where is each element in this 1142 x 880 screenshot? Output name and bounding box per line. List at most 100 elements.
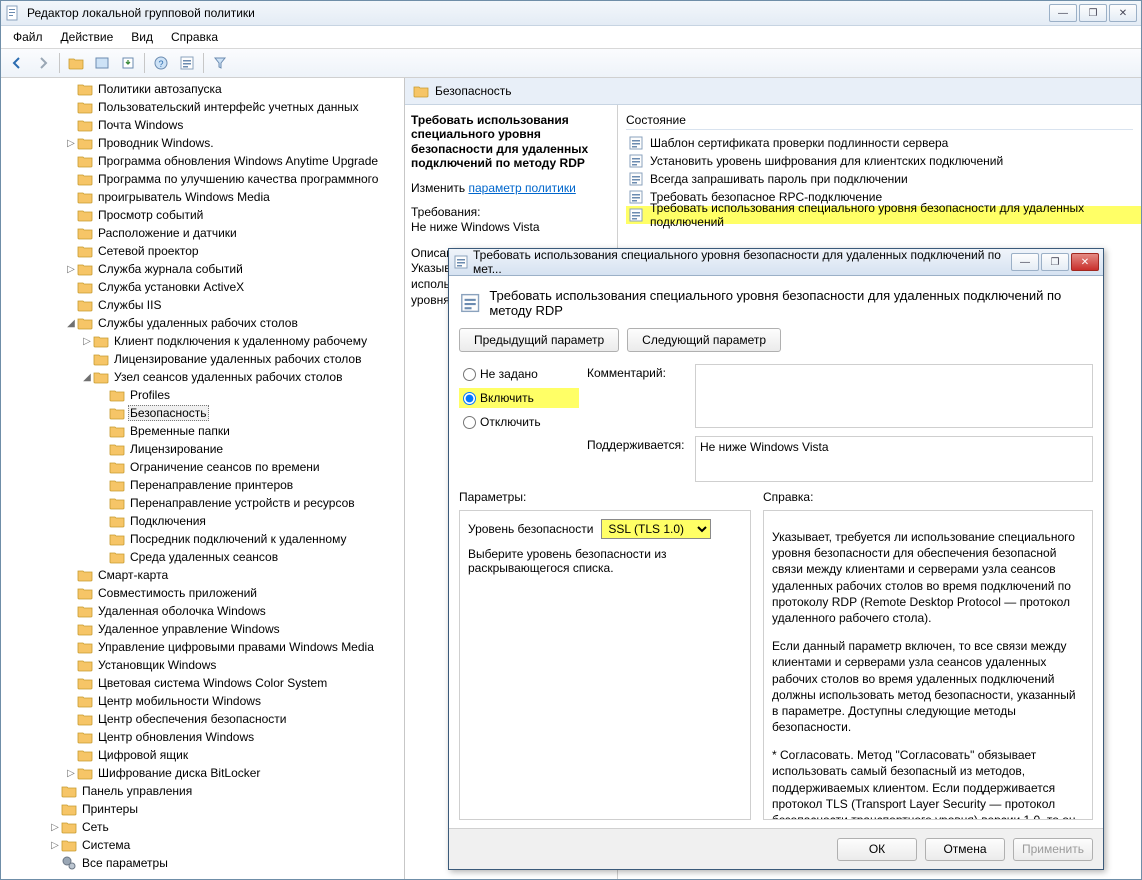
tree-item[interactable]: Удаленная оболочка Windows [1, 602, 404, 620]
dialog-close-button[interactable]: ✕ [1071, 253, 1099, 271]
tree-item[interactable]: Центр обеспечения безопасности [1, 710, 404, 728]
menu-help[interactable]: Справка [163, 28, 226, 46]
collapse-icon[interactable]: ◢ [81, 371, 93, 383]
tree-item[interactable]: Программа по улучшению качества программ… [1, 170, 404, 188]
menu-action[interactable]: Действие [53, 28, 122, 46]
ok-button[interactable]: ОК [837, 838, 917, 861]
tree-item[interactable]: Просмотр событий [1, 206, 404, 224]
tree-item[interactable]: ▷Сеть [1, 818, 404, 836]
expand-placeholder [49, 785, 61, 797]
tree-item[interactable]: Все параметры [1, 854, 404, 872]
tree-item[interactable]: Перенаправление устройств и ресурсов [1, 494, 404, 512]
folder-icon [61, 819, 77, 835]
tree-item[interactable]: Цветовая система Windows Color System [1, 674, 404, 692]
dialog-minimize-button[interactable]: — [1011, 253, 1039, 271]
tree-item[interactable]: проигрыватель Windows Media [1, 188, 404, 206]
tree-item[interactable]: Установщик Windows [1, 656, 404, 674]
tree-item[interactable]: ▷Клиент подключения к удаленному рабочем… [1, 332, 404, 350]
tree-item[interactable]: Управление цифровыми правами Windows Med… [1, 638, 404, 656]
tree-item[interactable]: ◢Службы удаленных рабочих столов [1, 314, 404, 332]
tree-item[interactable]: Почта Windows [1, 116, 404, 134]
tree-item[interactable]: Удаленное управление Windows [1, 620, 404, 638]
expand-icon[interactable]: ▷ [65, 263, 77, 275]
tree-item[interactable]: Смарт-карта [1, 566, 404, 584]
show-hide-button[interactable] [90, 51, 114, 75]
tree-item[interactable]: Перенаправление принтеров [1, 476, 404, 494]
expand-placeholder [65, 569, 77, 581]
tree-item[interactable]: Ограничение сеансов по времени [1, 458, 404, 476]
tree-item[interactable]: ▷Система [1, 836, 404, 854]
setting-row[interactable]: Всегда запрашивать пароль при подключени… [626, 170, 1141, 188]
tree-item-label: Удаленная оболочка Windows [96, 604, 268, 618]
expand-icon[interactable]: ▷ [49, 821, 61, 833]
tree-item[interactable]: Службы IIS [1, 296, 404, 314]
tree-item[interactable]: Центр обновления Windows [1, 728, 404, 746]
expand-icon[interactable]: ▷ [49, 839, 61, 851]
tree-item[interactable]: Безопасность [1, 404, 404, 422]
help-button[interactable]: ? [149, 51, 173, 75]
back-button[interactable] [5, 51, 29, 75]
radio-not-configured[interactable]: Не задано [459, 364, 579, 384]
tree-item[interactable]: Цифровой ящик [1, 746, 404, 764]
apply-button[interactable]: Применить [1013, 838, 1093, 861]
tree-item-label: Посредник подключений к удаленному [128, 532, 348, 546]
tree-item[interactable]: ▷Проводник Windows. [1, 134, 404, 152]
filter-button[interactable] [208, 51, 232, 75]
help-panel[interactable]: Указывает, требуется ли использование сп… [763, 510, 1093, 820]
tree-pane[interactable]: Политики автозапускаПользовательский инт… [1, 78, 405, 879]
next-setting-button[interactable]: Следующий параметр [627, 328, 781, 352]
expand-icon[interactable]: ▷ [65, 137, 77, 149]
tree-item[interactable]: Служба установки ActiveX [1, 278, 404, 296]
tree-item[interactable]: Посредник подключений к удаленному [1, 530, 404, 548]
expand-placeholder [65, 749, 77, 761]
setting-row[interactable]: Шаблон сертификата проверки подлинности … [626, 134, 1141, 152]
tree-item[interactable]: Лицензирование [1, 440, 404, 458]
minimize-button[interactable]: — [1049, 4, 1077, 22]
close-button[interactable]: ✕ [1109, 4, 1137, 22]
folder-icon [77, 153, 93, 169]
folder-icon [109, 405, 125, 421]
maximize-button[interactable]: ❐ [1079, 4, 1107, 22]
tree-item[interactable]: Среда удаленных сеансов [1, 548, 404, 566]
tree-item[interactable]: Совместимость приложений [1, 584, 404, 602]
tree-item[interactable]: ▷Служба журнала событий [1, 260, 404, 278]
tree-item[interactable]: Временные папки [1, 422, 404, 440]
tree-item[interactable]: Сетевой проектор [1, 242, 404, 260]
collapse-icon[interactable]: ◢ [65, 317, 77, 329]
tree-item[interactable]: Пользовательский интерфейс учетных данны… [1, 98, 404, 116]
tree-item[interactable]: Profiles [1, 386, 404, 404]
tree-item-label: Центр обеспечения безопасности [96, 712, 289, 726]
forward-button[interactable] [31, 51, 55, 75]
dialog-maximize-button[interactable]: ❐ [1041, 253, 1069, 271]
folder-icon [109, 513, 125, 529]
tree-item[interactable]: ▷Шифрование диска BitLocker [1, 764, 404, 782]
tree-item[interactable]: Панель управления [1, 782, 404, 800]
prev-setting-button[interactable]: Предыдущий параметр [459, 328, 619, 352]
radio-disabled[interactable]: Отключить [459, 412, 579, 432]
edit-policy-link[interactable]: параметр политики [468, 181, 575, 195]
comment-input[interactable] [695, 364, 1093, 428]
setting-row[interactable]: Требовать использования специального уро… [626, 206, 1141, 224]
tree-item[interactable]: ◢Узел сеансов удаленных рабочих столов [1, 368, 404, 386]
gears-icon [61, 855, 77, 871]
tree-item[interactable]: Политики автозапуска [1, 80, 404, 98]
menu-file[interactable]: Файл [5, 28, 51, 46]
up-button[interactable] [64, 51, 88, 75]
tree-item[interactable]: Подключения [1, 512, 404, 530]
security-level-select[interactable]: SSL (TLS 1.0) [601, 519, 711, 539]
expand-icon[interactable]: ▷ [81, 335, 93, 347]
setting-row[interactable]: Установить уровень шифрования для клиент… [626, 152, 1141, 170]
tree-item[interactable]: Программа обновления Windows Anytime Upg… [1, 152, 404, 170]
expand-icon[interactable]: ▷ [65, 767, 77, 779]
tree-item-label: Центр обновления Windows [96, 730, 256, 744]
folder-icon [77, 225, 93, 241]
props-button[interactable] [175, 51, 199, 75]
radio-enabled[interactable]: Включить [459, 388, 579, 408]
tree-item[interactable]: Принтеры [1, 800, 404, 818]
cancel-button[interactable]: Отмена [925, 838, 1005, 861]
tree-item[interactable]: Центр мобильности Windows [1, 692, 404, 710]
export-button[interactable] [116, 51, 140, 75]
tree-item[interactable]: Лицензирование удаленных рабочих столов [1, 350, 404, 368]
tree-item[interactable]: Расположение и датчики [1, 224, 404, 242]
menu-view[interactable]: Вид [123, 28, 161, 46]
